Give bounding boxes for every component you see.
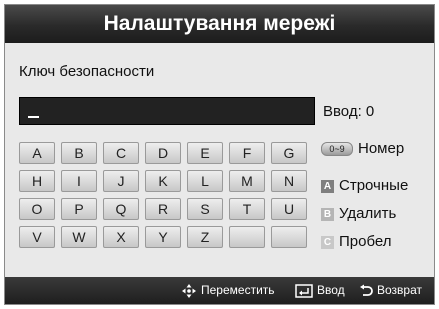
delete-action[interactable]: B Удалить [321,205,396,222]
keyboard-row: A B C D E F G [19,142,307,164]
dialog-title: Налаштування мережі [5,5,434,43]
enter-label: Ввод [317,283,345,297]
key-f[interactable]: F [229,142,265,164]
c-button-icon: C [321,235,334,249]
key-p[interactable]: P [61,198,97,220]
key-z[interactable]: Z [187,226,223,248]
b-button-icon: B [321,207,334,221]
key-y[interactable]: Y [145,226,181,248]
key-g[interactable]: G [271,142,307,164]
key-blank[interactable] [229,226,265,248]
move-label: Переместить [201,283,275,297]
return-label: Возврат [377,283,422,297]
footer-bar: Переместить Ввод Возврат [5,277,434,304]
security-key-input[interactable] [19,97,315,125]
footer-return: Возврат [359,277,422,304]
keyboard-row: H I J K L M N [19,170,307,192]
key-t[interactable]: T [229,198,265,220]
lowercase-label: Строчные [339,177,409,194]
enter-icon [295,283,313,298]
network-settings-dialog: Налаштування мережі Ключ безопасности Вв… [4,4,435,305]
key-x[interactable]: X [103,226,139,248]
onscreen-keyboard: A B C D E F G H I J K L M N O P Q R S T … [19,142,307,254]
key-q[interactable]: Q [103,198,139,220]
key-b[interactable]: B [61,142,97,164]
footer-move: Переместить [181,277,275,304]
key-a[interactable]: A [19,142,55,164]
keyboard-row: V W X Y Z [19,226,307,248]
footer-enter: Ввод [295,277,345,304]
return-icon [360,284,373,296]
key-c[interactable]: C [103,142,139,164]
key-j[interactable]: J [103,170,139,192]
number-label: Номер [358,140,405,157]
space-action[interactable]: C Пробел [321,233,392,250]
key-e[interactable]: E [187,142,223,164]
lowercase-action[interactable]: A Строчные [321,177,408,194]
a-button-icon: A [321,179,334,193]
key-v[interactable]: V [19,226,55,248]
text-cursor [28,116,39,118]
number-action[interactable]: 0~9 Номер [321,140,404,157]
key-d[interactable]: D [145,142,181,164]
key-h[interactable]: H [19,170,55,192]
key-o[interactable]: O [19,198,55,220]
key-i[interactable]: I [61,170,97,192]
key-r[interactable]: R [145,198,181,220]
key-l[interactable]: L [187,170,223,192]
key-k[interactable]: K [145,170,181,192]
move-arrows-icon [182,283,196,298]
delete-label: Удалить [339,205,397,222]
key-u[interactable]: U [271,198,307,220]
key-s[interactable]: S [187,198,223,220]
key-m[interactable]: M [229,170,265,192]
number-badge-icon: 0~9 [321,142,353,157]
input-count: Ввод: 0 [323,103,375,120]
keyboard-row: O P Q R S T U [19,198,307,220]
space-label: Пробел [339,233,392,250]
key-n[interactable]: N [271,170,307,192]
key-blank[interactable] [271,226,307,248]
key-w[interactable]: W [61,226,97,248]
security-key-label: Ключ безопасности [19,63,155,80]
